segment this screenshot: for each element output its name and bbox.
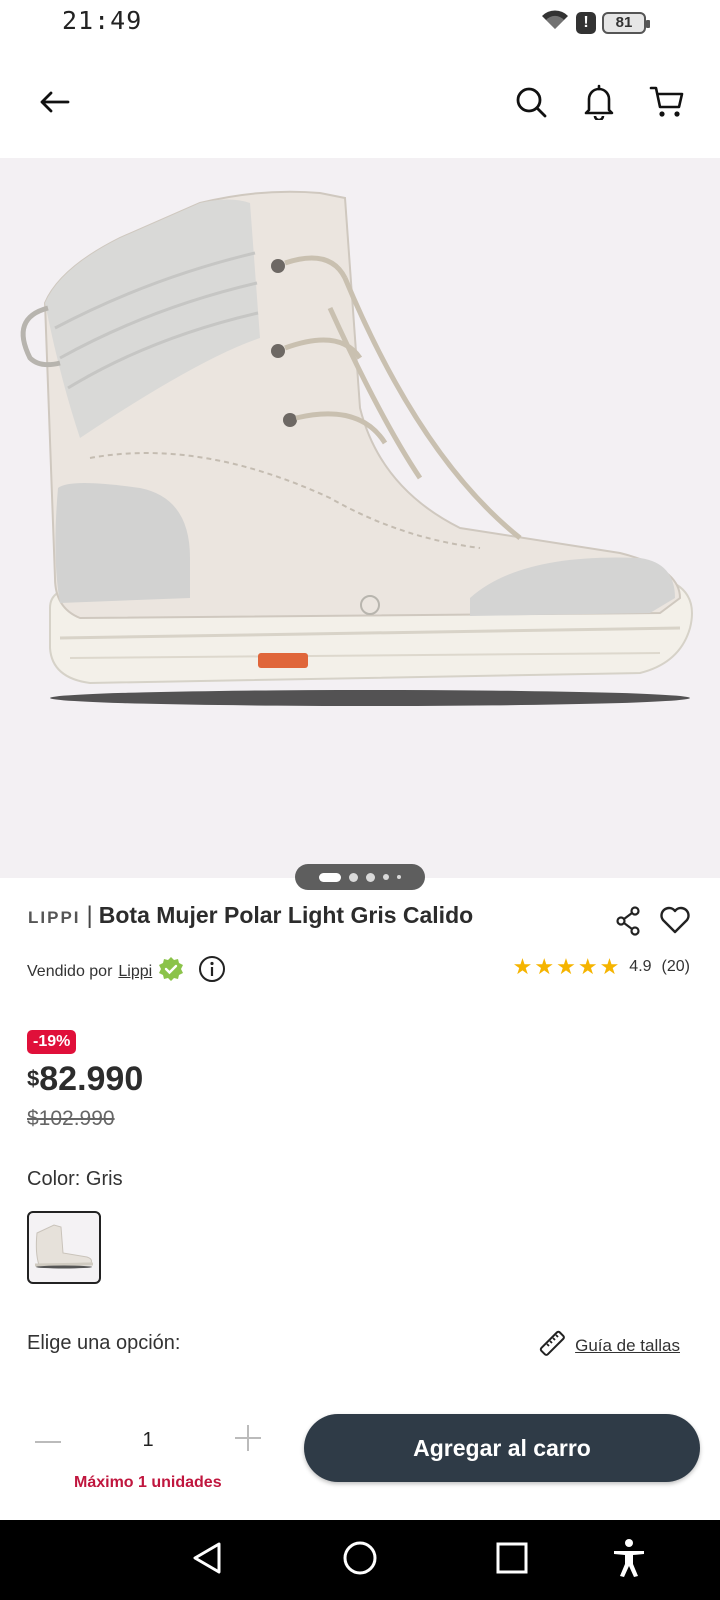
original-price: $102.990 (27, 1107, 115, 1130)
price-value: 82.990 (39, 1060, 144, 1098)
triangle-back-icon (191, 1541, 223, 1580)
size-guide-link[interactable]: Guía de tallas (537, 1328, 680, 1363)
minus-icon (34, 1431, 62, 1449)
image-pager[interactable] (295, 864, 425, 890)
search-button[interactable] (507, 80, 555, 128)
back-button[interactable] (30, 80, 78, 128)
notifications-button[interactable] (575, 80, 623, 128)
status-icons: ! 81 (540, 8, 650, 37)
share-button[interactable] (608, 903, 648, 943)
star-icon: ★ (577, 954, 598, 979)
pager-dot[interactable] (383, 874, 389, 880)
pager-dot[interactable] (349, 872, 358, 882)
brand-name[interactable]: LIPPI (28, 908, 81, 928)
boot-illustration (20, 190, 693, 706)
option-label: Elige una opción: (27, 1332, 181, 1354)
size-guide-label: Guía de tallas (575, 1335, 680, 1355)
pager-dot[interactable] (319, 872, 341, 882)
rating-count: (20) (661, 958, 690, 975)
bell-icon (583, 84, 615, 125)
arrow-left-icon (38, 90, 70, 119)
product-title: Bota Mujer Polar Light Gris Calido (98, 902, 474, 928)
accessibility-icon (611, 1538, 647, 1583)
status-time: 21:49 (62, 6, 143, 35)
title-separator: | (86, 902, 93, 929)
quantity-stepper: 1 (22, 1414, 274, 1466)
product-heading: LIPPI | Bota Mujer Polar Light Gris Cali… (28, 902, 588, 930)
cart-icon (649, 85, 685, 124)
square-recents-icon (496, 1542, 528, 1579)
max-quantity-note: Máximo 1 unidades (74, 1474, 222, 1491)
heart-icon (659, 906, 691, 939)
top-nav (0, 60, 720, 150)
accessibility-button[interactable] (607, 1538, 651, 1582)
system-recents-button[interactable] (490, 1538, 534, 1582)
system-back-button[interactable] (185, 1538, 229, 1582)
system-home-button[interactable] (338, 1538, 382, 1582)
star-icon: ★ (556, 954, 576, 979)
cart-button[interactable] (643, 80, 691, 128)
seller-info: Vendido por Lippi (27, 955, 226, 988)
color-label: Color: Gris (27, 1168, 123, 1190)
battery-indicator: 81 (602, 11, 650, 34)
star-icon: ★ (512, 954, 533, 979)
color-swatch-gris[interactable] (27, 1211, 101, 1284)
plus-icon (234, 1424, 262, 1457)
share-icon (615, 905, 641, 941)
quantity-value[interactable]: 1 (142, 1429, 153, 1452)
swatch-thumbnail (34, 1224, 94, 1269)
currency-symbol: $ (27, 1066, 40, 1091)
status-bar: 21:49 ! 81 (0, 0, 720, 44)
increment-button[interactable] (222, 1414, 274, 1466)
discount-badge: -19% (27, 1030, 77, 1054)
seller-info-button[interactable] (198, 955, 226, 988)
wifi-icon (540, 8, 570, 37)
ruler-icon (537, 1328, 567, 1363)
seller-link[interactable]: Lippi (118, 963, 152, 981)
decrement-button[interactable] (22, 1414, 74, 1466)
seller-prefix: Vendido por (27, 962, 113, 980)
favorite-button[interactable] (655, 902, 695, 942)
alert-icon: ! (576, 11, 596, 34)
star-icon: ★ (534, 954, 555, 979)
info-icon (198, 956, 226, 987)
rating-summary[interactable]: ★ ★ ★ ★ ★ 4.9 (20) (513, 956, 690, 978)
verified-badge-icon (158, 956, 184, 987)
search-icon (514, 85, 548, 124)
pager-dot[interactable] (397, 875, 401, 879)
system-nav-bar (0, 1520, 720, 1600)
circle-home-icon (342, 1540, 378, 1581)
pager-dot[interactable] (366, 872, 375, 882)
star-icon: ★ (599, 954, 620, 979)
add-to-cart-button[interactable]: Agregar al carro (304, 1414, 700, 1482)
current-price: $ 82.990 (27, 1060, 143, 1099)
product-image[interactable] (0, 158, 720, 878)
rating-value: 4.9 (629, 958, 652, 975)
